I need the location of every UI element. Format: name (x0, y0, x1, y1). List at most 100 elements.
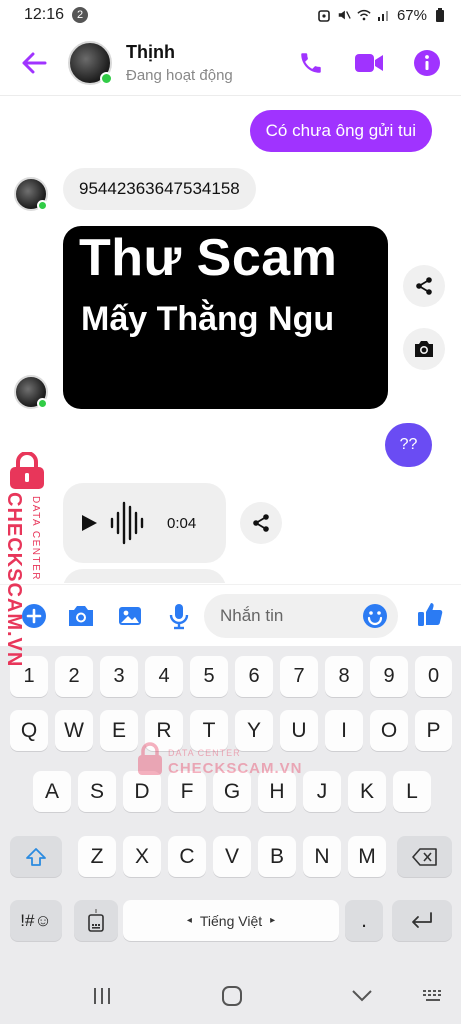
shift-icon (26, 847, 46, 866)
image-icon (119, 607, 141, 625)
voice-record-button[interactable] (162, 599, 196, 633)
voice-call-button[interactable] (293, 45, 329, 81)
keyboard-hide-button[interactable] (416, 980, 452, 1012)
notification-count-badge: 2 (72, 7, 89, 23)
key-j[interactable]: J (303, 771, 341, 812)
online-indicator (37, 398, 48, 409)
battery-icon (433, 8, 447, 22)
message-composer: Nhắn tin (0, 584, 461, 646)
partial-message[interactable] (63, 569, 226, 583)
key-c[interactable]: C (168, 836, 206, 877)
key-8[interactable]: 8 (325, 656, 363, 697)
backspace-icon (411, 847, 437, 866)
key-s[interactable]: S (78, 771, 116, 812)
key-a[interactable]: A (33, 771, 71, 812)
like-button[interactable] (413, 597, 447, 631)
camera-icon (415, 341, 433, 357)
keyboard-settings-key[interactable] (74, 900, 118, 941)
received-message[interactable]: 95442363647534158 (63, 168, 256, 210)
enter-icon (412, 911, 432, 928)
key-5[interactable]: 5 (190, 656, 228, 697)
camera-icon (69, 606, 93, 626)
message-input-placeholder: Nhắn tin (220, 606, 284, 625)
watermark-center-sub: DATA CENTER (168, 748, 241, 758)
key-z[interactable]: Z (78, 836, 116, 877)
back-nav-button[interactable] (344, 980, 380, 1012)
video-icon (355, 53, 383, 72)
sent-message[interactable]: Có chưa ông gửi tui (249, 110, 432, 152)
video-call-button[interactable] (351, 45, 387, 81)
home-icon (222, 986, 242, 1006)
key-x[interactable]: X (123, 836, 161, 877)
share-button[interactable] (240, 502, 282, 544)
watermark-brand: CHECKSCAM.VN (3, 492, 25, 668)
contact-avatar[interactable] (68, 40, 113, 85)
share-button[interactable] (403, 265, 445, 307)
key-2[interactable]: 2 (55, 656, 93, 697)
key-i[interactable]: I (325, 710, 363, 751)
emoji-icon (363, 604, 387, 628)
recents-icon (94, 988, 110, 1004)
back-arrow-icon (22, 52, 47, 73)
key-m[interactable]: M (348, 836, 386, 877)
message-input[interactable]: Nhắn tin (204, 594, 398, 638)
mute-icon (337, 8, 351, 22)
watermark-center-brand: CHECKSCAM.VN (168, 760, 303, 777)
message-list[interactable]: Có chưa ông gửi tui 95442363647534158 Th… (0, 97, 461, 583)
backspace-key[interactable] (397, 836, 452, 877)
gallery-button[interactable] (113, 599, 147, 633)
period-key[interactable]: . (345, 900, 383, 941)
sent-message[interactable]: ?? (385, 423, 432, 467)
key-o[interactable]: O (370, 710, 408, 751)
home-button[interactable] (214, 980, 250, 1012)
signal-icon (377, 8, 391, 22)
thumbs-up-icon (418, 603, 443, 626)
emoji-button[interactable] (362, 603, 388, 634)
key-4[interactable]: 4 (145, 656, 183, 697)
key-0[interactable]: 0 (415, 656, 452, 697)
space-key[interactable]: ◂ Tiếng Việt ▸ (123, 900, 339, 941)
image-text-line2: Mấy Thằng Ngu (81, 300, 335, 338)
key-n[interactable]: N (303, 836, 341, 877)
soft-keyboard: 1 2 3 4 5 6 7 8 9 0 Q W E R T Y U I O P … (0, 646, 461, 966)
key-9[interactable]: 9 (370, 656, 408, 697)
info-button[interactable] (409, 45, 445, 81)
keyboard-hide-icon (423, 990, 441, 1001)
key-p[interactable]: P (415, 710, 452, 751)
key-v[interactable]: V (213, 836, 251, 877)
status-icons: 67% (317, 7, 447, 24)
back-button[interactable] (8, 37, 60, 89)
back-nav-icon (352, 990, 372, 1002)
alarm-icon (317, 8, 331, 22)
key-7[interactable]: 7 (280, 656, 318, 697)
contact-status: Đang hoạt động (126, 66, 233, 84)
image-message[interactable]: Thư Scam Mấy Thằng Ngu (63, 226, 388, 409)
contact-info[interactable]: Thịnh Đang hoạt động (126, 42, 233, 84)
voice-message[interactable]: 0:04 (63, 483, 226, 563)
key-q[interactable]: Q (10, 710, 48, 751)
symbols-key[interactable]: !#☺ (10, 900, 62, 941)
recents-button[interactable] (84, 980, 120, 1012)
header-actions (293, 45, 445, 81)
enter-key[interactable] (392, 900, 452, 941)
shift-key[interactable] (10, 836, 62, 877)
save-photo-button[interactable] (403, 328, 445, 370)
online-indicator (100, 71, 113, 85)
key-3[interactable]: 3 (100, 656, 138, 697)
key-k[interactable]: K (348, 771, 386, 812)
play-icon[interactable] (79, 513, 99, 533)
camera-button[interactable] (64, 599, 98, 633)
status-time: 12:16 (24, 6, 65, 23)
contact-name: Thịnh (126, 41, 175, 62)
keyboard-settings-icon (88, 908, 104, 932)
space-left-arrow-icon: ◂ (186, 915, 192, 926)
key-b[interactable]: B (258, 836, 296, 877)
key-l[interactable]: L (393, 771, 431, 812)
lock-icon (10, 452, 44, 489)
key-6[interactable]: 6 (235, 656, 273, 697)
space-right-arrow-icon: ▸ (270, 915, 276, 926)
key-e[interactable]: E (100, 710, 138, 751)
battery-percent: 67% (396, 6, 427, 24)
key-w[interactable]: W (55, 710, 93, 751)
watermark-sub: DATA CENTER (30, 496, 41, 582)
